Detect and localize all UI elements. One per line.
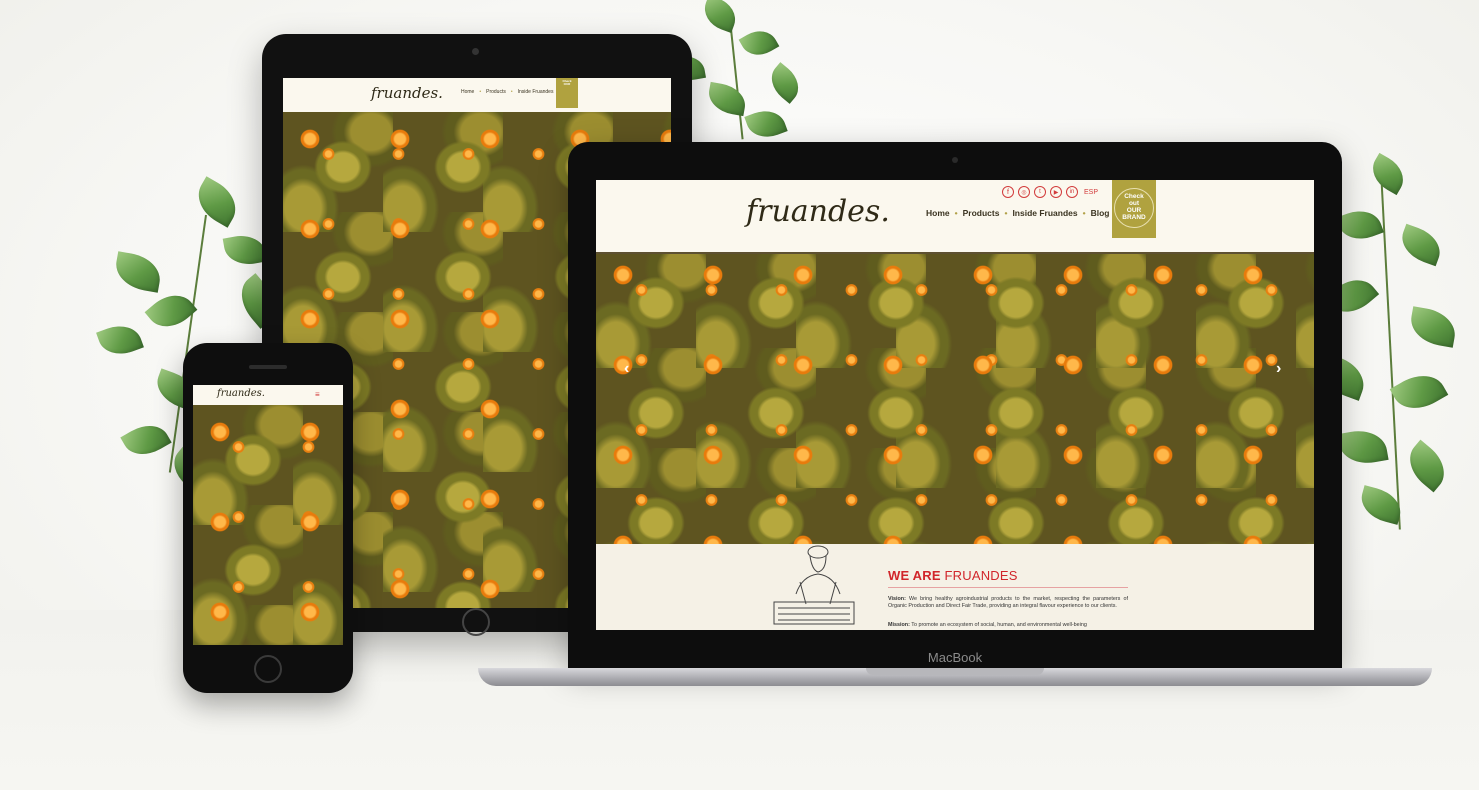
- phone-device: fruandes. ≡: [183, 343, 353, 693]
- linkedin-icon[interactable]: in: [1066, 186, 1078, 198]
- farmer-illustration: [773, 545, 855, 625]
- language-switch[interactable]: ESP: [1084, 189, 1098, 196]
- mission-paragraph: Mission: To promote an ecosystem of soci…: [888, 622, 1087, 628]
- phone-screen: fruandes. ≡: [193, 385, 343, 645]
- instagram-icon[interactable]: ◎: [1018, 186, 1030, 198]
- laptop-base: [478, 668, 1432, 686]
- tablet-camera: [472, 48, 479, 55]
- laptop-lid: fruandes. f ◎ t ▶ in ESP Home • Products •…: [568, 142, 1342, 670]
- about-title: WE ARE FRUANDES: [888, 568, 1018, 583]
- laptop-brand-label: MacBook: [927, 650, 983, 665]
- nav-products[interactable]: Products: [486, 89, 506, 95]
- twitter-icon[interactable]: t: [1034, 186, 1046, 198]
- nav-home[interactable]: Home: [461, 89, 474, 95]
- badge-line-4: BRAND: [1122, 213, 1146, 221]
- tablet-logo[interactable]: fruandes.: [371, 84, 443, 102]
- laptop-notch: [866, 668, 1044, 675]
- slider-next-arrow[interactable]: ›: [1276, 360, 1281, 378]
- slider-prev-arrow[interactable]: ‹: [624, 360, 629, 378]
- site-header: fruandes. f ◎ t ▶ in ESP Home • Products •…: [596, 180, 1314, 244]
- social-bar: f ◎ t ▶ in ESP: [1002, 186, 1098, 198]
- nav-products[interactable]: Products: [963, 208, 1000, 218]
- phone-speaker: [249, 365, 287, 369]
- phone-hero-image: [193, 405, 343, 645]
- vision-paragraph: Vision: We bring healthy agroindustrial …: [888, 596, 1128, 610]
- nav-inside-fruandes[interactable]: Inside Fruandes: [1012, 208, 1077, 218]
- menu-icon[interactable]: ≡: [315, 390, 320, 399]
- site-logo[interactable]: fruandes.: [746, 194, 890, 229]
- phone-logo[interactable]: fruandes.: [217, 388, 265, 399]
- nav-blog[interactable]: Blog: [1091, 208, 1110, 218]
- tablet-header: fruandes. Home • Products • Inside Fruande…: [283, 78, 671, 112]
- badge-line-3: OUR: [563, 82, 571, 87]
- about-section: WE ARE FRUANDES Vision: We bring healthy…: [596, 544, 1314, 630]
- tablet-home-button[interactable]: [462, 608, 490, 636]
- nav-inside-fruandes[interactable]: Inside Fruandes: [518, 89, 554, 95]
- nav-home[interactable]: Home: [926, 208, 950, 218]
- laptop-screen: fruandes. f ◎ t ▶ in ESP Home • Products •…: [596, 180, 1314, 630]
- tablet-brand-badge[interactable]: Check OUR: [556, 78, 578, 108]
- laptop-camera: [952, 157, 958, 163]
- facebook-icon[interactable]: f: [1002, 186, 1014, 198]
- check-out-brand-badge[interactable]: Check out OUR BRAND: [1112, 180, 1156, 238]
- phone-header: fruandes. ≡: [193, 385, 343, 405]
- phone-home-button[interactable]: [254, 655, 282, 683]
- youtube-icon[interactable]: ▶: [1050, 186, 1062, 198]
- hero-image: [596, 248, 1314, 544]
- about-divider: [888, 587, 1128, 588]
- main-nav: Home • Products • Inside Fruandes • Blog: [926, 208, 1110, 218]
